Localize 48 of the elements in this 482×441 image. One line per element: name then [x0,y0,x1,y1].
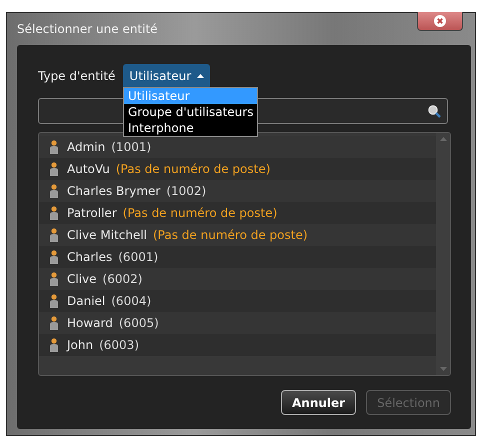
window-title: Sélectionner une entité [17,21,158,38]
entity-type-label: Type d'entité [38,69,116,83]
entity-row[interactable]: Daniel (6004) [39,290,436,312]
entity-name: Charles [67,250,112,264]
entity-extension: (6004) [111,294,152,308]
entity-row[interactable]: Patroller (Pas de numéro de poste) [39,202,436,224]
entity-name: Daniel [67,294,106,308]
person-icon [49,250,59,264]
entity-name: Howard [67,316,113,330]
person-icon [49,316,59,330]
entity-extension: (Pas de numéro de poste) [116,162,270,176]
entity-extension: (6001) [118,250,158,264]
entity-name: Patroller [67,206,117,220]
entity-extension: (6002) [102,272,142,286]
search-icon [428,104,441,118]
caret-icon [197,74,204,78]
person-icon [49,228,59,242]
entity-extension: (6005) [118,316,159,330]
dialog-button[interactable]: Annuler [281,390,356,415]
person-icon [49,206,59,220]
entity-extension: (1001) [111,140,152,154]
close-button[interactable] [417,12,463,31]
scrollbar[interactable] [436,133,450,375]
entity-type-dropdown[interactable]: Utilisateur [123,64,210,88]
entity-row[interactable]: John (6003) [39,334,436,356]
scroll-up-icon [440,137,446,141]
entity-name: Admin [67,140,106,154]
entity-extension: (Pas de numéro de poste) [153,228,308,242]
entity-extension: (Pas de numéro de poste) [122,206,278,220]
entity-name: Clive [67,272,97,286]
person-icon [49,338,59,352]
dropdown-option[interactable]: Groupe d'utilisateurs [124,104,258,120]
entity-name: Clive Mitchell [67,228,147,242]
entity-name: John [67,338,94,352]
person-icon [49,294,59,308]
entity-extension: (6003) [99,338,139,352]
person-icon [49,140,59,154]
entity-row[interactable]: Charles (6001) [39,246,436,268]
entity-row[interactable]: AutoVu (Pas de numéro de poste) [39,158,436,180]
person-icon [49,184,59,198]
person-icon [49,272,59,286]
entity-name: AutoVu [67,162,110,176]
scroll-down-icon [440,367,446,371]
dropdown-option[interactable]: Interphone [124,120,258,136]
entity-extension: (1002) [166,184,206,198]
close-icon [434,15,446,27]
entity-name: Charles Brymer [67,184,160,198]
person-icon [49,162,59,176]
